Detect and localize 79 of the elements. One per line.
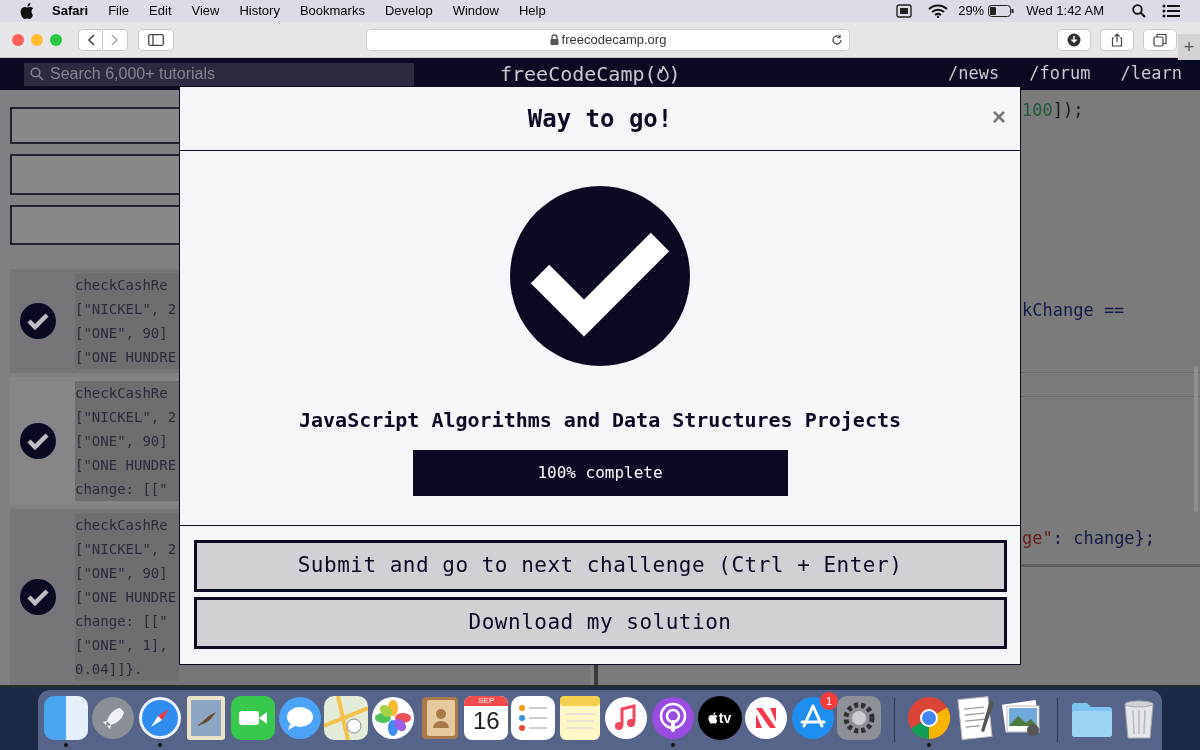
address-bar[interactable]: freecodecamp.org (366, 28, 850, 51)
search-icon (30, 67, 44, 81)
calendar-day: 16 (472, 706, 500, 736)
app-store-icon[interactable] (790, 696, 835, 740)
menu-item[interactable]: File (108, 1, 130, 21)
menu-item[interactable]: Window (452, 1, 499, 21)
menu-item[interactable]: History (239, 1, 280, 21)
menu-item[interactable]: Develop (384, 1, 433, 21)
code-line: ge": change}; (1022, 527, 1156, 550)
podcast-icon[interactable] (650, 696, 695, 740)
apple-icon (707, 712, 718, 724)
url-text: freecodecamp.org (561, 30, 667, 49)
sidebar-button[interactable] (138, 28, 174, 51)
tabs-button[interactable] (1143, 28, 1177, 51)
modal-title: Way to go! (527, 103, 673, 135)
new-tab-button[interactable]: + (1178, 34, 1200, 60)
notification-badge: 1 (820, 692, 839, 710)
battery-percent: 29% (958, 2, 985, 21)
action-button[interactable] (10, 154, 179, 195)
news-icon[interactable] (744, 696, 789, 740)
sidebar-icon (148, 33, 164, 46)
browser-icon[interactable] (907, 696, 952, 740)
rocket-icon[interactable] (91, 696, 135, 740)
download-icon (1067, 32, 1081, 47)
logo-paren: ) (668, 61, 681, 88)
progress-label: 100% complete (536, 462, 664, 484)
test-description: checkCashRe ["NICKEL", 2 ["ONE", 90] ["ONE HUNDRE change: [[" (75, 381, 179, 501)
menu-item[interactable]: Help (518, 1, 546, 21)
code-line: 100]); (1022, 99, 1084, 122)
list-icon[interactable] (1162, 4, 1180, 18)
compass-icon[interactable] (137, 696, 182, 740)
calendar-month: SEP (464, 696, 509, 706)
logo-paren: ( (644, 61, 657, 88)
notepad-icon[interactable] (557, 696, 602, 740)
menu-item[interactable]: Bookmarks (299, 1, 365, 21)
music-note-icon[interactable] (604, 696, 649, 740)
close-button[interactable]: × (992, 99, 1006, 135)
search-field[interactable]: Search 6,000+ tutorials (24, 62, 414, 86)
modal-button[interactable]: Submit and go to next challenge (Ctrl + Enter) (193, 540, 1007, 592)
tabs-icon (1153, 32, 1167, 47)
flame-icon (656, 65, 669, 83)
nav-link[interactable]: /forum (1029, 61, 1091, 87)
calendar-icon[interactable]: SEP 16 (464, 696, 509, 740)
nav-link[interactable]: /learn (1120, 61, 1182, 87)
block-title: JavaScript Algorithms and Data Structures Projects (298, 408, 902, 432)
app-menu[interactable]: Safari (52, 1, 89, 21)
code-line: kChange == (1022, 299, 1125, 322)
map-icon[interactable] (324, 696, 369, 740)
back-icon (86, 33, 95, 46)
menu-item[interactable]: View (191, 1, 220, 21)
share-icon (1110, 32, 1124, 47)
keyboard-icon[interactable] (896, 4, 913, 18)
test-description: checkCashRe ["NICKEL", 2 ["ONE", 90] ["ONE HUNDRE (75, 273, 179, 369)
wifi-icon[interactable] (928, 4, 949, 18)
forward-icon (111, 33, 119, 46)
speech-bubble-icon[interactable] (277, 696, 322, 740)
action-button[interactable] (10, 204, 179, 245)
search-icon[interactable] (1132, 4, 1146, 18)
two-tone-square-icon[interactable] (44, 696, 89, 740)
modal-button[interactable]: Download my solution (193, 597, 1007, 649)
tv-label: tv (718, 708, 732, 728)
gear-icon[interactable] (837, 696, 882, 740)
lock-icon (549, 34, 559, 45)
reload-icon[interactable] (831, 33, 843, 46)
menu-item[interactable]: Edit (149, 1, 172, 21)
check-circle-icon (510, 186, 690, 366)
battery-icon[interactable] (988, 5, 1015, 17)
test-description: checkCashRe ["NICKEL", 2 ["ONE", 90] ["ONE HUNDRE change: [[" ["ONE", 1], 0.04]]}. (75, 513, 179, 681)
video-camera-icon[interactable] (230, 696, 275, 740)
flower-icon[interactable] (370, 696, 415, 740)
apple-icon[interactable] (20, 3, 34, 19)
site-logo[interactable]: freeCodeCamp (500, 59, 645, 89)
action-button[interactable] (10, 107, 179, 145)
back-button[interactable] (78, 28, 103, 51)
download-button[interactable] (1057, 28, 1091, 51)
nav-link[interactable]: /news (947, 61, 1000, 87)
menu-clock[interactable]: Wed 1:42 AM (1026, 1, 1104, 21)
tv-icon[interactable]: tv (697, 696, 742, 740)
share-button[interactable] (1100, 28, 1134, 51)
